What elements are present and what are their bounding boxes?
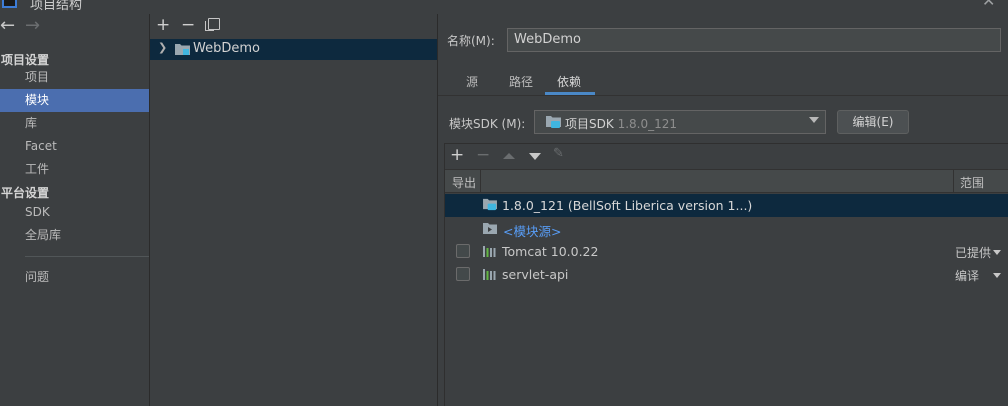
dependency-name: 1.8.0_121 (BellSoft Liberica version 1..… xyxy=(502,198,753,213)
column-header-export[interactable]: 导出 xyxy=(452,174,476,191)
module-name-field[interactable]: WebDemo xyxy=(507,28,1001,52)
tabs-divider xyxy=(438,95,1008,96)
dependency-name: servlet-api xyxy=(502,267,569,282)
edit-dependency-icon[interactable]: ✎ xyxy=(553,146,564,161)
move-down-icon[interactable] xyxy=(529,153,541,160)
edit-sdk-button[interactable]: 编辑(E) xyxy=(837,110,909,134)
tab-paths[interactable]: 路径 xyxy=(509,73,533,90)
dependency-name: <模块源> xyxy=(503,224,562,239)
chevron-down-icon[interactable] xyxy=(809,117,819,123)
tab-sources[interactable]: 源 xyxy=(466,73,478,90)
tree-module-label: WebDemo xyxy=(193,41,260,56)
remove-dependency-icon[interactable]: − xyxy=(476,146,490,164)
nav-item-problems[interactable]: 问题 xyxy=(0,266,149,289)
remove-module-icon[interactable]: − xyxy=(181,16,195,34)
sdk-version: 1.8.0_121 xyxy=(617,117,677,131)
nav-item-artifacts[interactable]: 工件 xyxy=(0,158,149,181)
nav-item-facets[interactable]: Facet xyxy=(0,135,149,158)
close-icon[interactable]: ✕ xyxy=(982,0,995,10)
nav-item-project[interactable]: 项目 xyxy=(0,66,149,89)
sdk-folder-icon xyxy=(483,198,497,211)
dependency-name: Tomcat 10.0.22 xyxy=(502,244,599,259)
module-folder-icon xyxy=(175,44,190,55)
forward-arrow-icon[interactable]: → xyxy=(25,16,40,36)
library-icon xyxy=(483,246,496,257)
chevron-down-icon[interactable] xyxy=(993,273,1001,278)
column-header-scope[interactable]: 范围 xyxy=(960,174,984,191)
back-arrow-icon[interactable]: ← xyxy=(0,16,15,36)
tab-dependencies[interactable]: 依赖 xyxy=(557,73,581,90)
library-icon xyxy=(483,269,496,280)
nav-item-global-libraries[interactable]: 全局库 xyxy=(0,224,149,247)
app-icon xyxy=(2,0,17,8)
module-sdk-value: 项目SDK 1.8.0_121 xyxy=(565,115,677,132)
column-separator[interactable] xyxy=(480,170,481,192)
nav-item-sdk[interactable]: SDK xyxy=(0,201,149,224)
scope-select[interactable]: 编译 xyxy=(955,267,979,284)
module-sdk-label: 模块SDK (M): xyxy=(449,117,526,131)
name-label: 名称(M): xyxy=(447,34,495,48)
window-title: 项目结构 xyxy=(30,0,83,13)
nav-separator xyxy=(25,256,149,257)
copy-module-icon[interactable] xyxy=(205,18,220,31)
column-separator[interactable] xyxy=(953,170,954,192)
nav-item-modules[interactable]: 模块 xyxy=(0,89,149,112)
sdk-name: 项目SDK xyxy=(565,117,614,131)
move-up-icon[interactable] xyxy=(503,153,515,159)
scope-select[interactable]: 已提供 xyxy=(955,244,991,261)
nav-heading-platform-settings: 平台设置 xyxy=(1,186,50,200)
title-bar xyxy=(0,0,1008,14)
dependencies-table-header xyxy=(445,169,1008,193)
chevron-right-icon[interactable]: ❯ xyxy=(158,41,167,54)
add-dependency-icon[interactable]: + xyxy=(450,146,464,164)
chevron-down-icon[interactable] xyxy=(993,250,1001,255)
add-module-icon[interactable]: + xyxy=(156,16,170,34)
sdk-folder-icon xyxy=(546,116,561,128)
nav-item-libraries[interactable]: 库 xyxy=(0,112,149,135)
source-folder-icon xyxy=(483,223,497,234)
export-checkbox[interactable] xyxy=(456,267,470,281)
export-checkbox[interactable] xyxy=(456,244,470,258)
module-tree-panel xyxy=(150,14,438,406)
